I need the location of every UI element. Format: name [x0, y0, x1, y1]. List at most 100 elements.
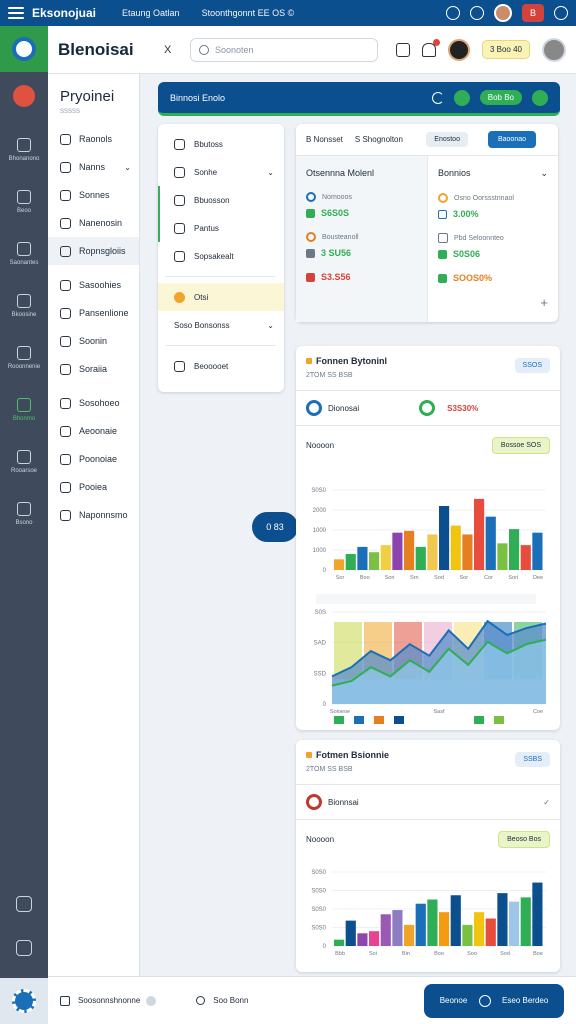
- y-tick-label: 0: [323, 944, 327, 950]
- user-badge[interactable]: 3 Boo 40: [481, 40, 530, 59]
- rail-label: Saonantes: [9, 260, 39, 266]
- top-link-0[interactable]: Etaung Oatlan: [122, 8, 180, 18]
- footer-left-label[interactable]: Soosonnshnonne: [78, 996, 140, 1005]
- submenu-item-4[interactable]: Sopsakealt: [158, 242, 284, 270]
- rail-item-8[interactable]: Bsono: [0, 488, 48, 540]
- metric-value: S0S06: [453, 249, 481, 259]
- help-icon[interactable]: [446, 6, 460, 20]
- section-badge[interactable]: Bossoe SOS: [491, 436, 550, 454]
- rail-item-6[interactable]: Bhonmo: [0, 384, 48, 436]
- nav-item-13[interactable]: Naponnsmo: [48, 501, 139, 529]
- doc-icon: [438, 233, 448, 243]
- submenu-group[interactable]: Soso Bonsonss ⌄: [158, 311, 284, 339]
- tab-1[interactable]: S Shognolton: [355, 135, 403, 144]
- bar: [497, 543, 508, 570]
- panel-badge[interactable]: SSOS: [514, 358, 550, 373]
- primary-button[interactable]: Baoonao: [487, 131, 536, 148]
- panel-badge[interactable]: SSBS: [515, 752, 550, 767]
- nav-item-2[interactable]: Sonnes: [48, 181, 139, 209]
- bar: [415, 903, 426, 946]
- nav-item-1[interactable]: Nanns ⌄: [48, 153, 139, 181]
- nav-item-4[interactable]: Ropnsgloiis: [48, 237, 139, 265]
- nav-item-label: Nanenosin: [79, 218, 123, 228]
- x-tick-label: Coe: [533, 709, 543, 715]
- bar: [392, 532, 403, 570]
- nav-icon: [60, 279, 71, 291]
- float-pill[interactable]: 0 83: [252, 512, 298, 542]
- rail-item-3[interactable]: Saonantes: [0, 228, 48, 280]
- rail-bottom-item-0[interactable]: [0, 896, 48, 912]
- nav-item-11[interactable]: Poonoiae: [48, 445, 139, 473]
- banner-button[interactable]: Bob Bo: [479, 90, 522, 105]
- bar: [369, 931, 380, 946]
- tab-0[interactable]: B Nonsset: [306, 135, 343, 144]
- nav-item-6[interactable]: Pansenlione: [48, 299, 139, 327]
- clock-icon: [196, 996, 206, 1005]
- user-avatar[interactable]: [447, 38, 470, 61]
- bar: [334, 559, 345, 570]
- collapse-icon[interactable]: X: [164, 44, 190, 56]
- notification-badge[interactable]: B: [522, 4, 544, 22]
- submenu-item-1[interactable]: Sonhe ⌄: [158, 158, 284, 186]
- nav-item-3[interactable]: Nanenosin: [48, 209, 139, 237]
- nav-item-0[interactable]: Raonols: [48, 125, 139, 153]
- rail-item-0[interactable]: [0, 72, 48, 124]
- bell-icon[interactable]: [421, 38, 440, 57]
- x-tick-label: Soi: [369, 951, 377, 957]
- metric-label: Nomooos: [322, 193, 352, 201]
- submenu-footer[interactable]: Beooooet: [158, 352, 284, 380]
- top-link-1[interactable]: Stoonthgonnt EE OS ©: [202, 8, 295, 18]
- nav-icon: [60, 481, 71, 493]
- hamburger-icon[interactable]: [8, 7, 24, 19]
- section-badge[interactable]: Beoso Bos: [498, 830, 550, 848]
- footer-mid-label[interactable]: Soo Bonn: [213, 996, 248, 1005]
- avatar[interactable]: [494, 4, 512, 22]
- rail-item-7[interactable]: Rooarsoe: [0, 436, 48, 488]
- row-label: Dionosai: [328, 403, 360, 413]
- submenu-item-highlight[interactable]: Otsi: [158, 283, 284, 311]
- rail-item-2[interactable]: Beoo: [0, 176, 48, 228]
- nav-item-9[interactable]: Sosohoeo: [48, 389, 139, 417]
- profile-avatar[interactable]: [542, 37, 566, 62]
- secondary-button[interactable]: Enostoo: [426, 132, 468, 147]
- rail-item-4[interactable]: Bkoosine: [0, 280, 48, 332]
- y-tick-label: S0S: [315, 610, 326, 616]
- confirm-icon[interactable]: [532, 89, 548, 106]
- rail-item-5[interactable]: Rooonnenie: [0, 332, 48, 384]
- nav-item-12[interactable]: Pooiea: [48, 473, 139, 501]
- panel-row[interactable]: Dionosai S3S30%: [296, 390, 560, 426]
- submenu-item-0[interactable]: Bbutoss: [158, 130, 284, 158]
- refresh-icon[interactable]: [431, 91, 444, 104]
- nav-item-5[interactable]: Sasoohies: [48, 271, 139, 299]
- toggle-icon[interactable]: [146, 995, 157, 1006]
- footer-action-button[interactable]: Beonoe Eseo Berdeo: [424, 983, 564, 1018]
- globe-icon: [306, 400, 322, 416]
- nav-item-10[interactable]: Aeoonaie: [48, 417, 139, 445]
- rail-footer[interactable]: [0, 978, 48, 1024]
- bar: [427, 899, 438, 946]
- panel-row[interactable]: Bionnsai ✓: [296, 784, 560, 820]
- user-icon: [174, 166, 185, 178]
- submenu-item-3[interactable]: Pantus: [158, 214, 284, 242]
- logo[interactable]: [0, 26, 48, 72]
- bar: [474, 498, 485, 570]
- rail-item-1[interactable]: Bhonanono: [0, 124, 48, 176]
- row-label: Bionnsai: [328, 797, 359, 807]
- share-icon[interactable]: [395, 42, 410, 57]
- add-icon[interactable]: +: [540, 295, 548, 310]
- y-tick-label: 2000: [313, 508, 327, 514]
- submenu-item-2[interactable]: Bbuosson: [158, 186, 284, 214]
- chevron-down-icon[interactable]: ⌄: [540, 168, 548, 179]
- nav-item-7[interactable]: Soonin: [48, 327, 139, 355]
- x-tick-label: Sor: [459, 575, 468, 581]
- calendar-icon: [60, 995, 70, 1006]
- nav-item-8[interactable]: Soraiia: [48, 355, 139, 383]
- status-icon[interactable]: [453, 89, 470, 106]
- search-input[interactable]: Soonoten: [190, 37, 378, 62]
- nav-item-label: Poonoiae: [79, 454, 118, 464]
- x-tick-label: Sori: [508, 575, 518, 581]
- rail-bottom-item-1[interactable]: [0, 940, 48, 956]
- info-icon[interactable]: [470, 6, 484, 20]
- check-icon[interactable]: ✓: [543, 798, 550, 807]
- user-icon[interactable]: [554, 6, 568, 20]
